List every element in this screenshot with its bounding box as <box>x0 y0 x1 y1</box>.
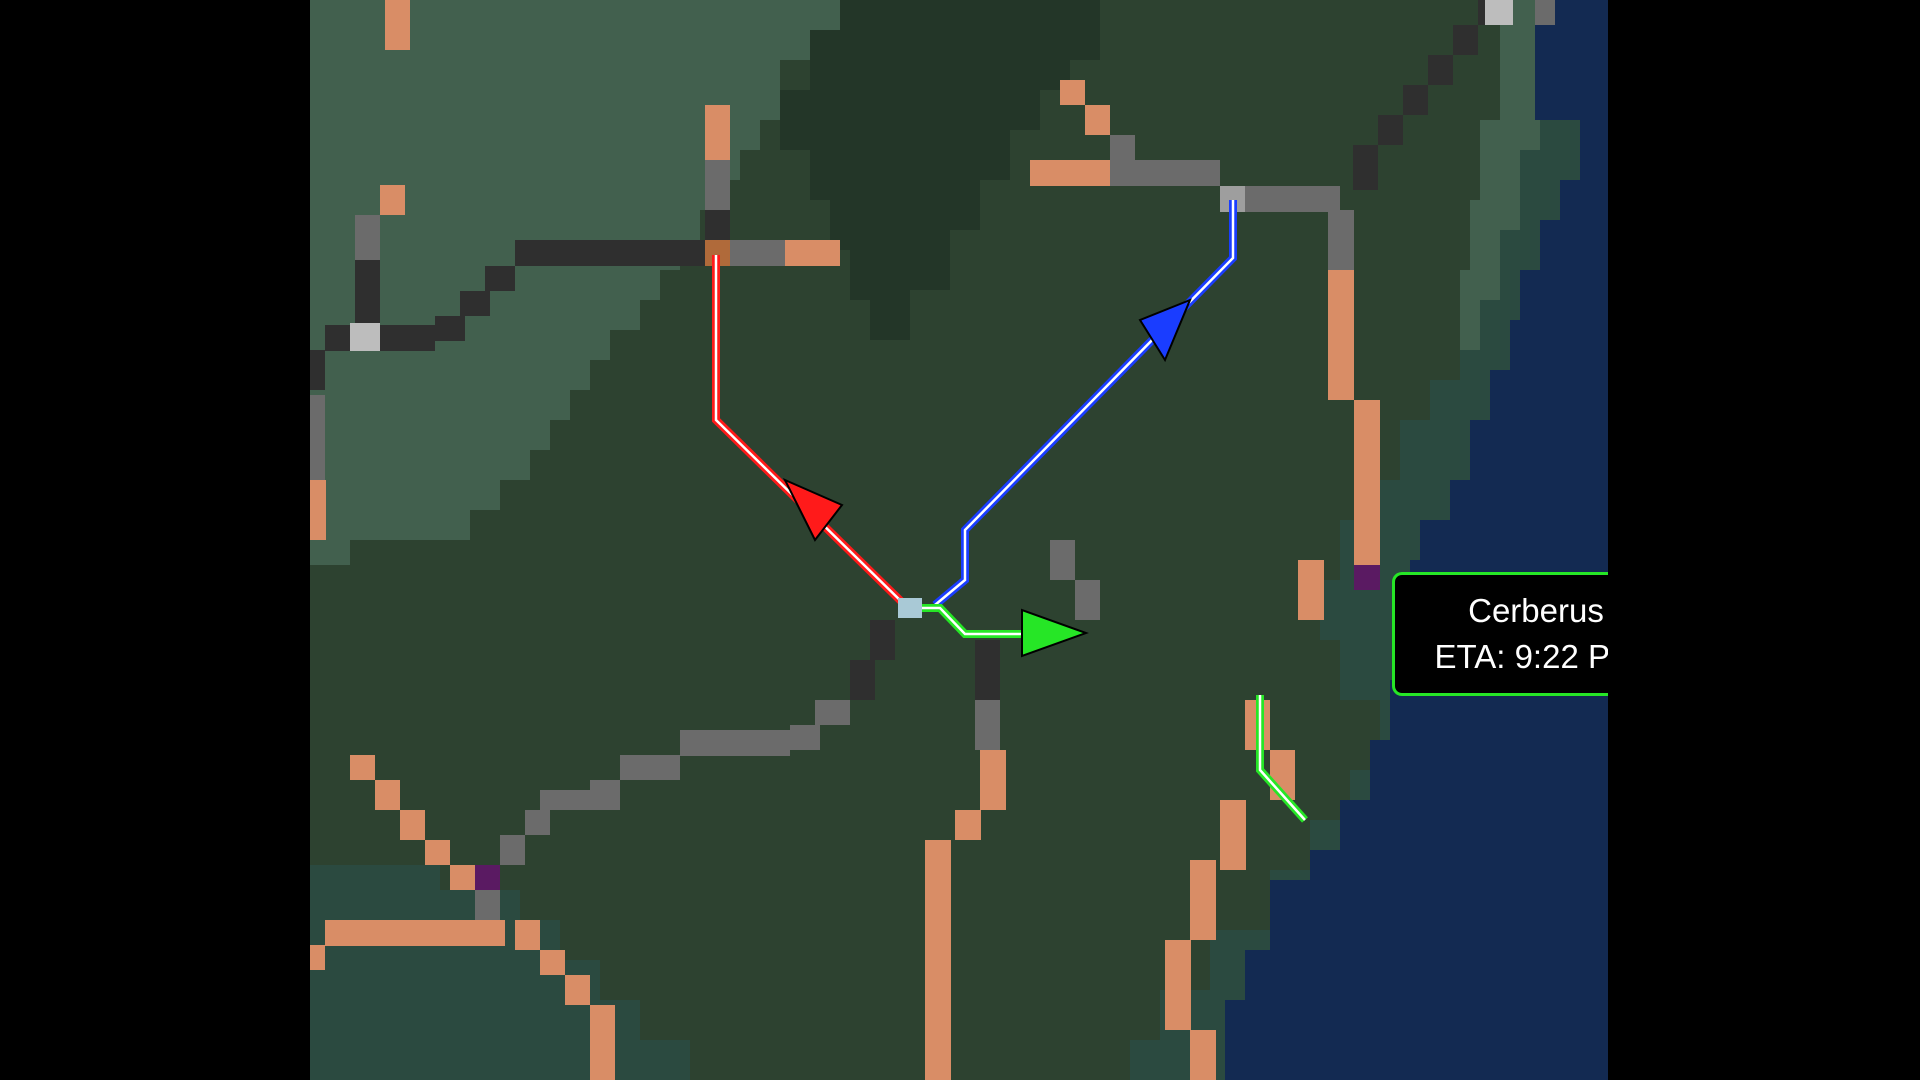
map-view[interactable]: Cerberus ETA: 9:22 PM <box>310 0 1608 1080</box>
map-canvas[interactable] <box>310 0 1608 1080</box>
train-tooltip: Cerberus ETA: 9:22 PM <box>1392 572 1608 696</box>
train-name: Cerberus <box>1468 592 1604 629</box>
junction-top-right <box>1485 0 1513 25</box>
junction-purple-west <box>475 865 500 890</box>
train-eta: ETA: 9:22 PM <box>1434 638 1608 675</box>
junction-light <box>350 323 380 351</box>
junction-purple-east <box>1354 565 1380 590</box>
screen: Cerberus ETA: 9:22 PM <box>0 0 1920 1080</box>
station-marker[interactable] <box>898 598 922 618</box>
